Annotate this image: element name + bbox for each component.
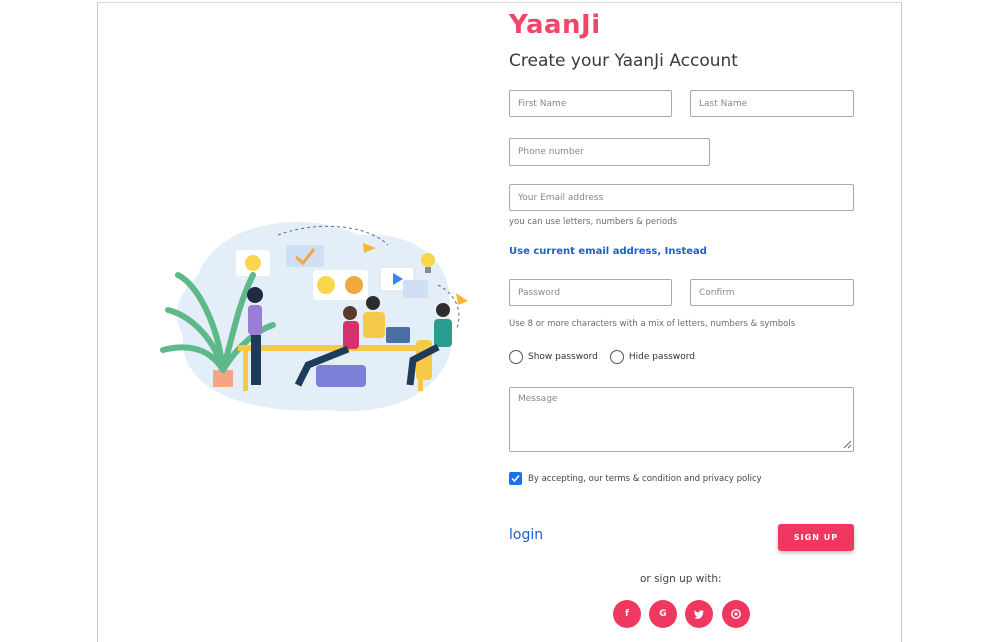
brand-logo: YaanJi [509,10,601,40]
terms-row: By accepting, our terms & condition and … [509,472,762,485]
terms-checkbox[interactable] [509,472,522,485]
twitter-icon [694,609,704,619]
last-name-input[interactable] [690,90,854,117]
team-illustration [160,222,468,412]
use-current-email-link[interactable]: Use current email address, Instead [509,246,707,257]
checkmark-icon [511,475,520,483]
google-button[interactable]: G [649,600,677,628]
sign-up-button[interactable]: SIGN UP [778,524,854,551]
email-input[interactable] [509,184,854,211]
google-icon: G [659,609,667,619]
login-link[interactable]: login [509,527,543,543]
phone-input[interactable] [509,138,710,166]
first-name-input[interactable] [509,90,672,117]
twitter-button[interactable] [685,600,713,628]
facebook-icon: f [625,609,629,619]
github-icon [731,609,741,619]
show-password-label: Show password [528,352,598,362]
message-textarea[interactable] [509,387,854,452]
show-password-radio[interactable]: Show password [509,350,598,364]
confirm-password-input[interactable] [690,279,854,306]
github-button[interactable] [722,600,750,628]
hide-password-label: Hide password [628,352,695,362]
hide-password-radio[interactable]: Hide password [609,350,695,364]
radio-circle[interactable] [509,350,523,364]
resize-grip-icon[interactable] [843,440,852,449]
password-visibility-group: Show password Hide password [509,350,707,364]
facebook-button[interactable]: f [613,600,641,628]
password-input[interactable] [509,279,672,306]
email-hint: you can use letters, numbers & periods [509,217,677,227]
social-prompt: or sign up with: [640,573,722,585]
radio-circle[interactable] [609,350,624,364]
terms-label: By accepting, our terms & condition and … [528,473,762,484]
password-hint: Use 8 or more characters with a mix of l… [509,319,796,329]
page-title: Create your YaanJi Account [509,51,738,71]
